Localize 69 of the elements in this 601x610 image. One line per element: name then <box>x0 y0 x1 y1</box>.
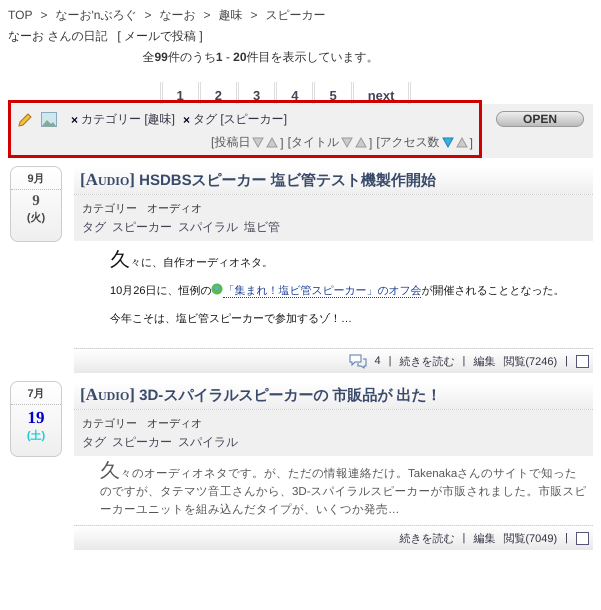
result-summary: 全99件のうち1 - 20件目を表示しています。 <box>141 49 380 66</box>
sort-descending-icon[interactable] <box>340 137 353 148</box>
filter-label: タグ [スピーカー] <box>193 111 288 128</box>
tag-link[interactable]: スパイラル <box>178 434 238 450</box>
sort-label: [タイトル <box>288 134 339 151</box>
entry-paragraph: 久 々に、自作オーディオネタ。 <box>110 251 274 272</box>
remove-filter-button[interactable]: × <box>71 112 78 126</box>
sort-label: [投稿日 <box>210 134 250 151</box>
separator: | <box>388 355 392 367</box>
breadcrumb-separator: > <box>40 8 48 22</box>
filter-label: カテゴリー [趣味] <box>81 111 176 128</box>
sort-descending-icon[interactable] <box>442 137 454 148</box>
select-checkbox[interactable] <box>576 532 589 544</box>
sort-ascending-icon[interactable] <box>354 137 367 148</box>
date-month: 7月 <box>11 382 61 405</box>
breadcrumb-separator: > <box>203 8 210 22</box>
breadcrumb-link[interactable]: スピーカー <box>265 6 326 24</box>
edit-link[interactable]: 編集 <box>473 354 496 368</box>
sort-ascending-icon[interactable] <box>266 137 278 148</box>
date-weekday: (土) <box>26 428 46 443</box>
image-icon[interactable] <box>41 112 57 127</box>
sort-descending-icon[interactable] <box>252 137 264 148</box>
separator: | <box>462 355 466 367</box>
entry-link[interactable]: 「集まれ！塩ビ管スピーカー」のオフ会 <box>223 285 422 298</box>
tag-link[interactable]: スピーカー <box>112 434 172 450</box>
tag-link[interactable]: 塩ビ管 <box>244 218 280 236</box>
select-checkbox[interactable] <box>576 354 589 368</box>
entry-paragraph: 久 々のオーディオネタです。が、ただの情報連絡だけ。Takenakaさんのサイトで知ったのですが、タテマツ音工さんから、3D-スパイラルスピーカーが市販されました。市販スピーカーユニットを組み込んだタイプが、いくつか発売… <box>100 462 587 518</box>
sort-bracket: ] <box>280 136 284 150</box>
sort-bracket: ] <box>368 136 372 150</box>
remove-filter-button[interactable]: × <box>183 112 190 126</box>
entry-paragraph: 10月26日に、恒例の 「集まれ！塩ビ管スピーカー」のオフ会が開催されることとなった。 <box>110 282 566 300</box>
tag-link[interactable]: スパイラル <box>178 218 238 236</box>
category-link[interactable]: オーディオ <box>147 416 202 430</box>
breadcrumb-separator: > <box>144 8 152 22</box>
tag-label: タグ <box>82 218 106 236</box>
category-label: カテゴリー <box>82 416 137 430</box>
comment-icon[interactable] <box>348 354 366 368</box>
edit-link[interactable]: 編集 <box>473 530 496 546</box>
diary-title: なーお さんの日記 <box>8 28 108 44</box>
read-more-link[interactable]: 続きを読む <box>399 530 454 546</box>
breadcrumb-link[interactable]: 趣味 <box>218 6 242 24</box>
breadcrumb-separator: > <box>250 8 258 22</box>
date-day: 19 <box>11 408 61 428</box>
pencil-icon[interactable] <box>17 112 33 128</box>
view-count: 閲覧(7246) <box>503 354 558 368</box>
sort-ascending-icon[interactable] <box>456 137 468 148</box>
category-label: カテゴリー <box>82 202 137 216</box>
date-weekday: (火) <box>26 210 46 225</box>
entry-paragraph: 今年こそは、塩ビ管スピーカーで参加するゾ！… <box>110 312 353 327</box>
separator: | <box>565 532 568 544</box>
separator: | <box>462 532 466 544</box>
comment-count: 4 <box>374 355 381 367</box>
category-link[interactable]: オーディオ <box>147 200 202 216</box>
open-button[interactable]: OPEN <box>496 111 584 127</box>
sort-bracket: ] <box>470 136 473 150</box>
breadcrumb-link[interactable]: TOP <box>8 8 32 22</box>
view-count: 閲覧(7049) <box>503 532 558 546</box>
read-more-link[interactable]: 続きを読む <box>399 354 454 368</box>
globe-icon <box>211 283 224 295</box>
breadcrumb-link[interactable]: なーお <box>159 6 196 24</box>
sort-label: [アクセス数 <box>376 134 440 151</box>
tag-link[interactable]: スピーカー <box>112 218 172 236</box>
tag-label: タグ <box>82 434 106 450</box>
date-day: 9 <box>11 193 61 210</box>
date-month: 9月 <box>11 167 61 190</box>
separator: | <box>565 355 568 367</box>
breadcrumb-link[interactable]: なーお'nぶろぐ <box>55 6 136 24</box>
mail-post-link[interactable]: [ メールで投稿 ] <box>117 28 203 44</box>
